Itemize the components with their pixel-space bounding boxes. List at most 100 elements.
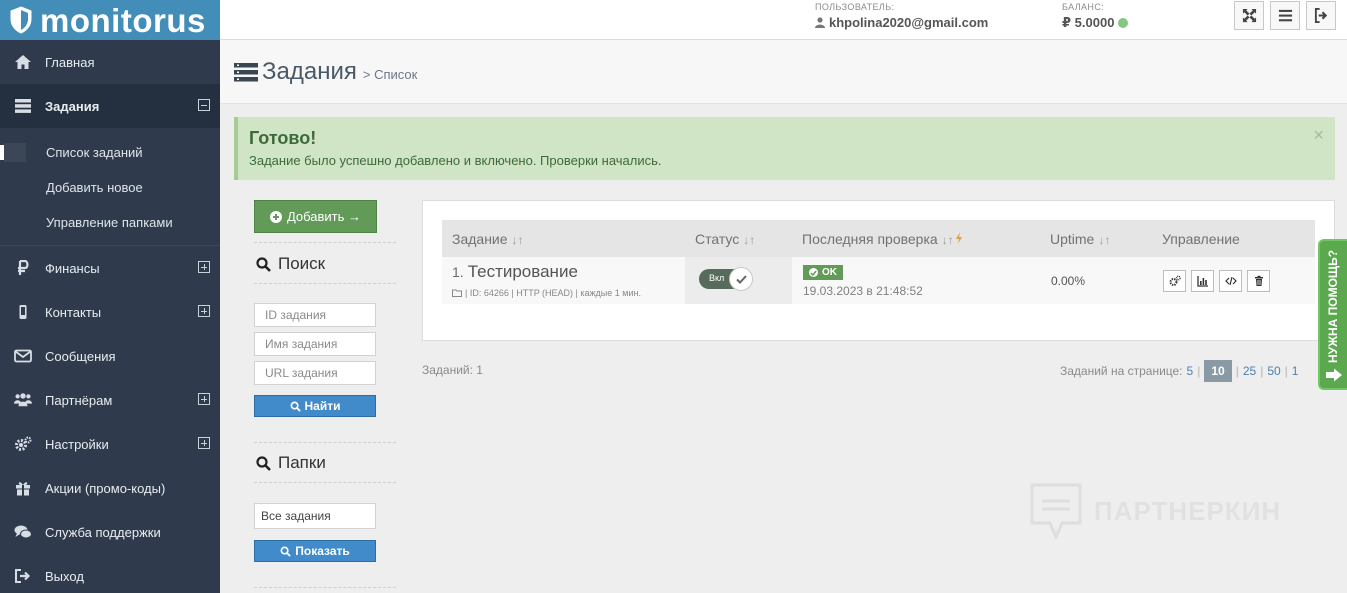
collapse-icon[interactable] <box>198 99 210 111</box>
help-tab-label: НУЖНА ПОМОЩЬ? <box>1326 249 1340 363</box>
alert-title: Готово! <box>249 128 317 148</box>
trash-icon <box>1254 275 1263 286</box>
sidebar-item-partners[interactable]: Партнёрам <box>0 378 220 422</box>
expand-plus-icon[interactable] <box>198 393 210 405</box>
user-caption: ПОЛЬЗОВАТЕЛЬ: <box>815 2 895 12</box>
sidebar: Главная Задания Список заданий Добавить … <box>0 40 220 593</box>
sidebar-item-home[interactable]: Главная <box>0 40 220 84</box>
help-tab[interactable]: НУЖНА ПОМОЩЬ? <box>1318 239 1347 390</box>
folder-select[interactable] <box>254 503 376 529</box>
expand-plus-icon[interactable] <box>198 437 210 449</box>
per-page-option[interactable]: 1 <box>1292 364 1299 378</box>
logo-text: monitorus <box>40 1 206 39</box>
sidebar-item-tasks[interactable]: Задания <box>0 84 220 128</box>
status-toggle[interactable]: Вкл <box>699 267 753 291</box>
page-header: Задания > Список <box>220 40 1347 104</box>
folder-icon <box>452 289 462 297</box>
page-title: Задания <box>262 57 357 85</box>
uptime-value: 0.00% <box>1051 274 1086 288</box>
success-alert: Готово! Задание было успешно добавлено и… <box>234 117 1335 180</box>
task-name-input[interactable] <box>254 332 376 356</box>
search-icon <box>256 455 271 471</box>
separator: | <box>1260 364 1264 378</box>
balance-caption: БАЛАНС: <box>1062 2 1105 12</box>
expand-plus-icon[interactable] <box>198 305 210 317</box>
signout-icon <box>14 569 30 583</box>
arrow-right-icon <box>1326 368 1342 382</box>
user-email[interactable]: khpolina2020@gmail.com <box>829 15 988 30</box>
sidebar-item-label: Финансы <box>45 260 100 276</box>
sidebar-item-label: Служба поддержки <box>45 524 161 540</box>
task-name[interactable]: 1. Тестирование <box>452 262 578 282</box>
status-badge-text: OK <box>822 267 837 278</box>
folders-heading: Папки <box>256 453 326 473</box>
task-id-input[interactable] <box>254 303 376 327</box>
check-circle-icon <box>809 268 818 277</box>
header-uptime[interactable]: Uptime ↓↑ <box>1050 231 1110 247</box>
fullscreen-button[interactable] <box>1234 1 1264 30</box>
sidebar-item-promo[interactable]: Акции (промо-коды) <box>0 466 220 510</box>
ruble-icon <box>17 260 29 275</box>
per-page-option-active[interactable]: 10 <box>1204 360 1232 382</box>
breadcrumb: > Список <box>362 67 418 82</box>
row-number: 1. <box>452 264 464 280</box>
per-page-option[interactable]: 5 <box>1187 364 1194 378</box>
sort-arrows-icon[interactable]: ↓↑ <box>942 233 954 247</box>
close-icon[interactable]: × <box>1313 125 1324 146</box>
subitem-folders[interactable]: Управление папками <box>0 205 220 240</box>
find-button[interactable]: Найти <box>254 395 376 417</box>
add-task-button[interactable]: Добавить → <box>254 200 377 233</box>
per-page-label: Заданий на странице: <box>1060 364 1183 378</box>
per-page-selector: Заданий на странице: 5 | 10 | 25 | 50 | … <box>1060 360 1298 382</box>
tasks-icon <box>14 99 31 113</box>
divider <box>254 242 396 243</box>
header-task[interactable]: Задание ↓↑ <box>452 231 524 247</box>
logo[interactable]: monitorus <box>0 0 220 40</box>
sidebar-item-settings[interactable]: Настройки <box>0 422 220 466</box>
sidebar-item-logout[interactable]: Выход <box>0 554 220 593</box>
per-page-option[interactable]: 50 <box>1267 364 1280 378</box>
sort-arrows-icon[interactable]: ↓↑ <box>743 233 755 247</box>
home-icon <box>14 55 31 69</box>
embed-code-button[interactable] <box>1219 270 1242 292</box>
sidebar-item-messages[interactable]: Сообщения <box>0 334 220 378</box>
comments-icon <box>14 525 32 539</box>
balance-value: ₽ 5.0000 <box>1062 15 1115 30</box>
sidebar-item-finance[interactable]: Финансы <box>0 246 220 290</box>
top-bar: monitorus ПОЛЬЗОВАТЕЛЬ: khpolina2020@gma… <box>0 0 1347 40</box>
per-page-option[interactable]: 25 <box>1243 364 1256 378</box>
subitem-label: Список заданий <box>46 145 143 160</box>
sidebar-item-label: Акции (промо-коды) <box>45 480 166 496</box>
delete-button[interactable] <box>1247 270 1270 292</box>
table-row: 1. Тестирование | ID: 64266 | HTTP (HEAD)… <box>442 257 1315 304</box>
sort-arrows-icon[interactable]: ↓↑ <box>1098 233 1110 247</box>
stats-button[interactable] <box>1191 270 1214 292</box>
task-meta-text: | ID: 64266 | HTTP (HEAD) | каждые 1 мин… <box>465 288 641 298</box>
logout-button[interactable] <box>1306 1 1336 30</box>
search-icon <box>256 256 271 272</box>
header-status[interactable]: Статус ↓↑ <box>695 231 755 247</box>
divider <box>254 283 396 284</box>
add-funds-icon[interactable] <box>1118 18 1129 28</box>
subitem-label: Управление папками <box>46 215 173 230</box>
header-manage: Управление <box>1162 231 1240 247</box>
user-icon <box>815 17 825 28</box>
sidebar-item-support[interactable]: Служба поддержки <box>0 510 220 554</box>
expand-plus-icon[interactable] <box>198 261 210 273</box>
sidebar-item-contacts[interactable]: Контакты <box>0 290 220 334</box>
tasks-icon <box>234 62 258 81</box>
add-task-label: Добавить → <box>286 209 362 224</box>
settings-button[interactable] <box>1163 270 1186 292</box>
show-button[interactable]: Показать <box>254 540 376 562</box>
search-icon <box>280 546 291 557</box>
toggle-label: Вкл <box>709 273 725 283</box>
sort-arrows-icon[interactable]: ↓↑ <box>512 233 524 247</box>
divider <box>254 587 396 588</box>
task-url-input[interactable] <box>254 361 376 385</box>
subitem-task-list[interactable]: Список заданий <box>0 135 220 170</box>
header-last-check[interactable]: Последняя проверка ↓↑ <box>802 231 963 247</box>
alert-text: Задание было успешно добавлено и включен… <box>249 153 662 168</box>
subitem-add-new[interactable]: Добавить новое <box>0 170 220 205</box>
shield-logo-icon <box>10 6 32 34</box>
menu-button[interactable] <box>1270 1 1300 30</box>
